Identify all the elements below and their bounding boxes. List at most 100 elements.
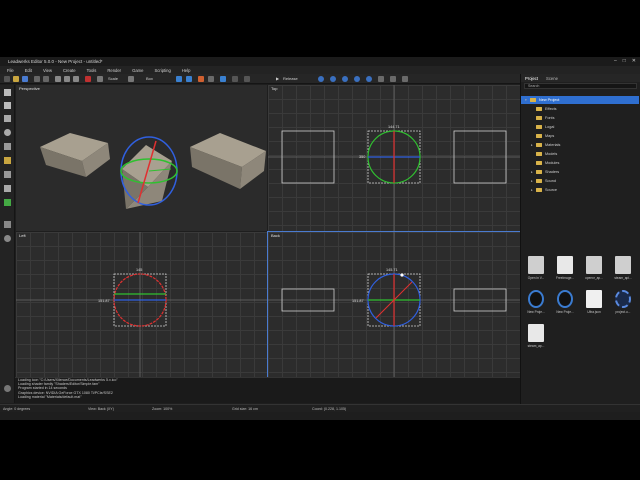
tree-item[interactable]: Logal [521,123,639,131]
tree-item-label: Models [545,152,558,156]
folder-icon [536,134,542,138]
move-icon[interactable] [4,102,11,109]
box-icon[interactable] [4,157,11,164]
delete-icon[interactable] [85,76,91,82]
scale-label[interactable]: Scale [108,76,118,81]
user-icon[interactable] [4,385,11,392]
scale-mode-icon[interactable] [208,76,214,82]
physics-icon[interactable] [232,76,238,82]
ellipse-icon[interactable] [4,235,11,242]
project-tree[interactable]: ▾ New Project Effects Fonts Logal Maps ▸ Materi… [521,96,640,192]
console-line: Loading material "Materials/default.mat" [18,394,82,399]
view-icon-4[interactable] [354,76,360,82]
menu-game[interactable]: Game [132,68,143,73]
open-icon[interactable] [13,76,19,82]
search-input[interactable]: Search [524,83,637,89]
menu-view[interactable]: View [43,68,52,73]
select-mode-icon[interactable] [176,76,182,82]
tree-item[interactable]: Modules [521,159,639,167]
menu-tools[interactable]: Tools [87,68,97,73]
render-icon[interactable] [244,76,250,82]
file-item[interactable]: New Proje... [554,290,576,320]
title-bar: Leadwerks Editor 5.0.0 - New Project - u… [0,57,640,66]
tree-item[interactable]: Effects [521,105,639,113]
tree-item[interactable]: ▾ New Project [521,96,639,104]
file-item[interactable]: New Proje... [525,290,547,320]
menu-file[interactable]: File [7,68,14,73]
cut-icon[interactable] [55,76,61,82]
terrain-icon[interactable] [4,199,11,206]
tab-scene[interactable]: Scene [546,76,558,81]
file-item[interactable]: Open in V... [525,256,547,286]
tree-item[interactable]: ▸ Materials [521,141,639,149]
snap-icon[interactable] [128,76,134,82]
tree-item[interactable]: ▸ Sound [521,177,639,185]
layout-icon-3[interactable] [402,76,408,82]
menu-scripting[interactable]: Scripting [154,68,170,73]
sphere-icon[interactable] [4,129,11,136]
new-icon[interactable] [4,76,10,82]
file-name: openvr_ap... [585,276,603,280]
box-dropdown[interactable]: Box [146,76,153,81]
layout-icon-2[interactable] [390,76,396,82]
console-output[interactable]: Loading icon "C:/Users/Xilence/Documents… [15,377,520,403]
layout-icon-1[interactable] [378,76,384,82]
cylinder-icon[interactable] [4,171,11,178]
move-mode-icon[interactable] [186,76,192,82]
tree-item[interactable]: ▸ Shaders [521,168,639,176]
left-box-model [40,133,110,177]
rotate-mode-icon[interactable] [198,76,204,82]
file-item[interactable]: openvr_ap... [583,256,605,286]
menu-help[interactable]: Help [182,68,191,73]
file-item[interactable]: project.u... [612,290,634,320]
save-icon[interactable] [22,76,28,82]
viewport-left[interactable]: Left 145 151.87 [16,232,267,377]
brush-icon[interactable] [4,143,11,150]
file-item[interactable]: Ultra.json [583,290,605,320]
right-box-model [190,133,266,189]
viewport-back[interactable]: Back 145.71 151.87 [267,231,521,378]
view-icon-3[interactable] [342,76,348,82]
tree-item[interactable]: Fonts [521,114,639,122]
tree-item[interactable]: Maps [521,132,639,140]
viewport-perspective[interactable]: Perspective [16,85,267,231]
hierarchy-icon[interactable] [4,221,11,228]
minimize-icon[interactable]: – [614,58,617,64]
play-icon[interactable]: ▶ [276,76,279,81]
tree-item-label: Maps [545,134,555,138]
maximize-icon[interactable]: □ [623,58,626,64]
select-icon[interactable] [4,115,11,122]
undo-icon[interactable] [34,76,40,82]
menu-render[interactable]: Render [107,68,121,73]
redo-icon[interactable] [43,76,49,82]
paint-icon[interactable] [4,185,11,192]
folder-icon [536,116,542,120]
file-item[interactable]: steam_ap... [525,324,547,354]
tree-item[interactable]: ▸ Source [521,186,639,194]
tree-item[interactable]: Models [521,150,639,158]
link-icon[interactable] [220,76,226,82]
toolbar: Scale Box ▶ Release [0,74,520,84]
logo-file-icon [557,290,573,308]
mouse-cursor-icon [400,273,404,277]
viewport-top[interactable]: Top 144.71 350 [268,85,520,231]
menu-create[interactable]: Create [63,68,76,73]
view-icon-5[interactable] [366,76,372,82]
grid-icon[interactable] [97,76,103,82]
close-icon[interactable]: ✕ [632,58,636,64]
file-item[interactable]: FreeImage... [554,256,576,286]
menu-edit[interactable]: Edit [25,68,32,73]
file-name: steam_ap... [527,344,545,348]
paste-icon[interactable] [73,76,79,82]
pointer-icon[interactable] [4,89,11,96]
view-icon-2[interactable] [330,76,336,82]
view-icon-1[interactable] [318,76,324,82]
folder-icon [536,170,542,174]
status-grid: Grid size: 16 cm [232,407,258,411]
copy-icon[interactable] [64,76,70,82]
tab-project[interactable]: Project [525,76,538,81]
back-width-dimension: 145.71 [386,268,398,272]
file-item[interactable]: steam_api... [612,256,634,286]
file-name: Ultra.json [587,310,601,314]
run-config-dropdown[interactable]: Release [283,76,298,81]
